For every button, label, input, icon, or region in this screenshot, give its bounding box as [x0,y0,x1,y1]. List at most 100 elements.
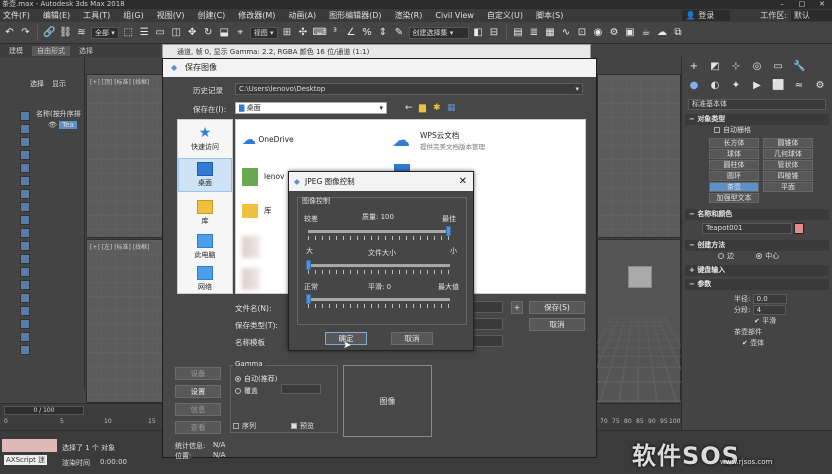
render-cloud-icon[interactable]: ☁ [656,26,669,39]
parameters-rollout[interactable]: − 参数 [685,279,829,290]
viewcube-icon[interactable] [628,266,652,288]
smooth-checkbox[interactable]: ✔ 平滑 [682,316,832,327]
cone-button[interactable]: 圆锥体 [763,138,813,148]
menu-civil-view[interactable]: Civil View [432,11,484,20]
filter-find-icon[interactable] [20,345,30,355]
viewport-left-label[interactable]: [+] [左] [标准] [线框] [90,242,149,251]
spacewarps-icon[interactable]: ≈ [793,80,805,92]
ribbon-toggle-icon[interactable]: ▦ [544,26,557,39]
viewport-perspective[interactable] [540,239,738,436]
spinner-snap-icon[interactable]: ⇕ [377,26,390,39]
menu-group[interactable]: 组(G) [120,10,153,21]
hierarchy-tab-icon[interactable]: ⊹ [730,61,742,73]
reference-coordinate-dropdown[interactable]: 视图 ▾ [249,26,278,39]
box-button[interactable]: 长方体 [709,138,759,148]
filter-none-icon[interactable] [20,280,30,290]
schematic-view-icon[interactable]: ⊡ [576,26,589,39]
filter-geometry-icon[interactable] [20,111,30,121]
explorer-tab-display[interactable]: 显示 [52,79,66,89]
menu-scripting[interactable]: 脚本(S) [533,10,573,21]
creation-edge-radio[interactable]: 边 [718,252,734,260]
viewport-top-label[interactable]: [+] [顶] [标准] [线框] [90,77,149,86]
jpeg-cancel-button[interactable]: 取消 [391,332,433,345]
explorer-column-header[interactable]: 名称(按升序排 [36,109,81,120]
body-checkbox[interactable]: ✔ 壶体 [682,338,832,349]
quality-slider-thumb[interactable] [446,226,451,236]
file-item-user[interactable]: lenov [242,168,284,186]
textplus-button[interactable]: 加强型文本 [709,193,759,203]
scale-icon[interactable]: ⬓ [218,26,231,39]
bind-spacewarp-icon[interactable]: ≋ [75,26,88,39]
create-tab-icon[interactable]: + [688,61,700,73]
smooth-slider-track[interactable] [308,298,450,301]
menu-modifiers[interactable]: 修改器(M) [235,10,285,21]
menu-customize[interactable]: 自定义(U) [484,10,533,21]
pivot-center-icon[interactable]: ⊞ [281,26,294,39]
eye-icon[interactable]: 👁 [48,121,59,129]
teapot-button[interactable]: 茶壶 [709,182,759,192]
motion-tab-icon[interactable]: ◎ [751,61,763,73]
scene-explorer-icon[interactable]: ▤ [512,26,525,39]
selection-filter-dropdown[interactable]: 全部 ▾ [91,26,119,39]
pyramid-button[interactable]: 四棱锥 [763,171,813,181]
size-slider-track[interactable] [308,264,450,267]
material-editor-icon[interactable]: ◉ [592,26,605,39]
viewport-front[interactable] [597,74,681,238]
snaps-toggle-icon[interactable]: ³ [329,26,342,39]
percent-snap-icon[interactable]: % [361,26,374,39]
ribbon-tab-freeform[interactable]: 自由形式 [32,45,70,56]
object-color-swatch[interactable] [794,223,804,234]
systems-icon[interactable]: ⚙ [814,80,826,92]
menu-create[interactable]: 创建(C) [194,10,235,21]
gamma-auto-radio[interactable]: 自动(推荐) [235,374,277,384]
align-icon[interactable]: ⊟ [488,26,501,39]
maximize-icon[interactable]: □ [792,0,812,9]
view-button[interactable]: 查看 [175,421,221,434]
filename-plus-button[interactable]: + [511,301,523,314]
file-item-wps[interactable]: ☁ WPS云文档 提供完美文档版本管理 [392,130,485,151]
filter-dependencies-icon[interactable] [20,319,30,329]
helpers-icon[interactable]: ⬜ [772,80,784,92]
keyboard-entry-rollout[interactable]: + 键盘输入 [685,265,829,276]
primitive-category-dropdown[interactable]: 标准基本体 [688,99,826,110]
undo-icon[interactable]: ↶ [3,26,16,39]
a360-icon[interactable]: ⧉ [672,26,685,39]
filter-xrefs-icon[interactable] [20,202,30,212]
menu-edit[interactable]: 编辑(E) [40,10,80,21]
file-item-library[interactable]: 库 [242,204,272,218]
save-button[interactable]: 保存(S) [529,301,585,314]
torus-button[interactable]: 圆环 [709,171,759,181]
layer-explorer-icon[interactable]: ≣ [528,26,541,39]
filter-cameras-icon[interactable] [20,150,30,160]
tube-button[interactable]: 管状体 [763,160,813,170]
ribbon-tab-selection[interactable]: 选择 [74,46,98,56]
new-folder-icon[interactable]: ✱ [433,103,441,113]
viewport-top[interactable]: [+] [顶] [标准] [线框] [86,74,166,238]
rendered-frame-icon[interactable]: ▣ [624,26,637,39]
cameras-icon[interactable]: ▶ [751,80,763,92]
save-in-dropdown[interactable]: ▇ 桌面 ▾ [235,102,387,114]
gamma-override-radio[interactable]: 覆盖 [235,386,258,396]
back-icon[interactable]: ← [405,103,413,113]
segments-spinner[interactable]: 4 [752,305,787,315]
creation-center-radio[interactable]: 中心 [756,252,779,260]
setup-button[interactable]: 设置 [175,385,221,398]
smooth-slider-thumb[interactable] [306,294,311,304]
render-icon[interactable]: ☕ [640,26,653,39]
place-library[interactable]: 库 [178,200,232,226]
redo-icon[interactable]: ↷ [19,26,32,39]
maxscript-input[interactable]: AXScript 迷 [4,455,48,465]
cylinder-button[interactable]: 圆柱体 [709,160,759,170]
mirror-icon[interactable]: ◧ [472,26,485,39]
place-network[interactable]: 网络 [178,266,232,292]
unlink-icon[interactable]: ⛓ [59,26,72,39]
link-icon[interactable]: 🔗 [43,26,56,39]
filter-frozen-icon[interactable] [20,241,30,251]
menu-tools[interactable]: 工具(T) [80,10,120,21]
ribbon-tab-modeling[interactable]: 建模 [4,46,28,56]
menu-file[interactable]: 文件(F) [0,10,40,21]
utilities-tab-icon[interactable]: 🔧 [793,61,805,73]
lights-icon[interactable]: ✦ [730,80,742,92]
menu-graph-editors[interactable]: 图形编辑器(D) [326,10,391,21]
named-selection-dropdown[interactable]: 创建选择集 ▾ [408,26,469,39]
